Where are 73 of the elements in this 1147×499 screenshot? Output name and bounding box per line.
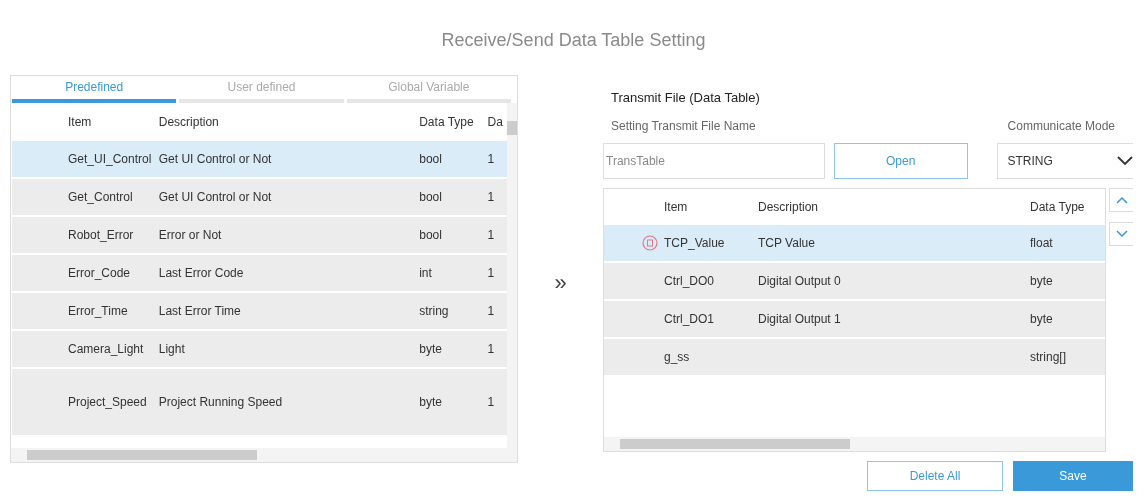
field-label: Setting Transmit File Name (611, 119, 756, 133)
table-cell-text: Get UI Control or Not (158, 152, 273, 166)
table-cell-text: Error_Time (67, 304, 129, 318)
transfer-button[interactable]: » (550, 270, 571, 296)
table-cell-text: Ctrl_DO0 (664, 274, 715, 288)
table-cell-text: string[] (1030, 350, 1067, 364)
table-row[interactable]: Get_UI_Control Get UI Control or Not bool 1 (12, 141, 507, 177)
table-cell-text: float (1030, 236, 1054, 250)
move-up-button[interactable] (1109, 188, 1133, 212)
chevron-down-icon (1117, 156, 1133, 166)
table-cell-text: Error or Not (158, 228, 223, 242)
chevron-down-icon (1115, 230, 1128, 238)
table-cell-text: 1 (487, 266, 496, 280)
field-label: Communicate Mode (1007, 119, 1115, 133)
table-cell-text: byte (1030, 274, 1054, 288)
table-cell-text: Camera_Light (67, 342, 145, 356)
delete-icon[interactable] (642, 235, 658, 251)
table-row[interactable]: Camera_Light Light byte 1 (12, 331, 507, 367)
table-row[interactable]: Project_Speed Project Running Speed byte 1 (12, 369, 507, 435)
table-cell-text: int (419, 266, 433, 280)
table-row[interactable]: Ctrl_DO0 Digital Output 0 byte (604, 263, 1105, 299)
table-cell-text: Last Error Time (158, 304, 242, 318)
table-cell-text: Get UI Control or Not (158, 190, 273, 204)
table-cell-text: TCP Value (758, 236, 816, 250)
table-cell-text: Project Running Speed (158, 395, 284, 409)
mode-dropdown[interactable]: STRING (996, 143, 1133, 179)
chevron-up-icon (1115, 196, 1128, 204)
section-title: Transmit File (Data Table) (610, 90, 761, 105)
table-row[interactable]: Error_Time Last Error Time string 1 (12, 293, 507, 329)
table-row[interactable]: TCP_Value TCP Value float (604, 225, 1105, 261)
table-cell-text: Get_UI_Control (67, 152, 153, 166)
table-row[interactable]: Get_Control Get UI Control or Not bool 1 (12, 179, 507, 215)
table-cell-text: Project_Speed (67, 395, 148, 409)
table-cell-text: 1 (487, 190, 496, 204)
table-cell-text: byte (1030, 312, 1054, 326)
table-cell-text: Robot_Error (67, 228, 135, 242)
table-cell-text: g_ss (664, 350, 691, 364)
table-cell-text: byte (419, 342, 443, 356)
file-name-field[interactable]: TransTable (603, 143, 825, 179)
table-cell-text: 1 (487, 228, 496, 242)
horizontal-scrollbar[interactable] (604, 437, 1105, 451)
table-cell-text: Error_Code (67, 266, 132, 280)
move-down-button[interactable] (1109, 222, 1133, 246)
table-row[interactable]: Error_Code Last Error Code int 1 (12, 255, 507, 291)
table-cell-text: 1 (487, 304, 496, 318)
vertical-scrollbar[interactable] (507, 103, 517, 448)
table-cell-text: Get_Control (67, 190, 134, 204)
table-cell-text: 1 (487, 152, 496, 166)
column-header: Data Type (1030, 200, 1086, 214)
column-header: Item (664, 200, 689, 214)
page-title: Receive/Send Data Table Setting (440, 29, 707, 52)
table-row[interactable]: Ctrl_DO1 Digital Output 1 byte (604, 301, 1105, 337)
table-cell-text: Digital Output 1 (758, 312, 842, 326)
table-cell-text: bool (419, 228, 443, 242)
table-cell-text: Ctrl_DO1 (664, 312, 715, 326)
table-cell-text: Digital Output 0 (758, 274, 842, 288)
column-header: Description (758, 200, 820, 214)
table-cell-text: string (419, 304, 450, 318)
table-cell-text: Last Error Code (158, 266, 245, 280)
table-cell-text: TCP_Value (664, 236, 726, 250)
table-cell-text: 1 (487, 395, 496, 409)
table-row[interactable]: g_ss string[] (604, 339, 1105, 375)
table-row[interactable]: Robot_Error Error or Not bool 1 (12, 217, 507, 253)
table-cell-text: bool (419, 152, 443, 166)
column-header: Da (487, 115, 504, 129)
column-header: Description (158, 115, 220, 129)
table-cell-text: Light (158, 342, 186, 356)
horizontal-scrollbar[interactable] (11, 448, 517, 462)
table-cell-text: bool (419, 190, 443, 204)
column-header: Item (67, 115, 93, 129)
table-cell-text: 1 (487, 342, 496, 356)
table-cell-text: byte (419, 395, 443, 409)
column-header: Data Type (419, 115, 475, 129)
